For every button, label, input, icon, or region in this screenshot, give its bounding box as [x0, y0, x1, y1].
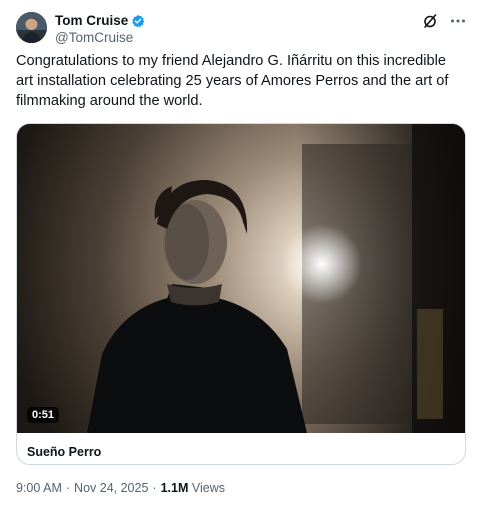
avatar[interactable]	[16, 12, 47, 43]
tweet-meta: 9:00 AM · Nov 24, 2025 · 1.1M Views	[16, 481, 225, 495]
duration-badge: 0:51	[27, 407, 60, 423]
author-block: Tom Cruise @TomCruise	[55, 12, 145, 45]
meta-separator: ·	[65, 481, 71, 495]
tweet-time[interactable]: 9:00 AM	[16, 481, 62, 495]
tweet-text: Congratulations to my friend Alejandro G…	[16, 53, 449, 109]
more-icon[interactable]	[449, 12, 467, 30]
video-player[interactable]: 0:51	[17, 124, 465, 433]
card-title[interactable]: Sueño Perro	[27, 445, 101, 459]
views-label: Views	[191, 481, 225, 495]
tweet-date[interactable]: Nov 24, 2025	[74, 481, 148, 495]
verified-badge-icon	[131, 14, 145, 28]
header-actions	[421, 12, 467, 30]
media-card[interactable]: 0:51 Sueño Perro	[16, 123, 466, 465]
author-handle[interactable]: @TomCruise	[55, 30, 145, 45]
video-frame	[17, 124, 465, 433]
meta-separator: ·	[152, 481, 157, 495]
views-count[interactable]: 1.1M	[161, 481, 189, 495]
grok-icon[interactable]	[421, 12, 439, 30]
tweet-card: Tom Cruise @TomCruise Congratulations to…	[0, 0, 481, 506]
name-row: Tom Cruise	[55, 12, 145, 29]
display-name[interactable]: Tom Cruise	[55, 13, 128, 28]
